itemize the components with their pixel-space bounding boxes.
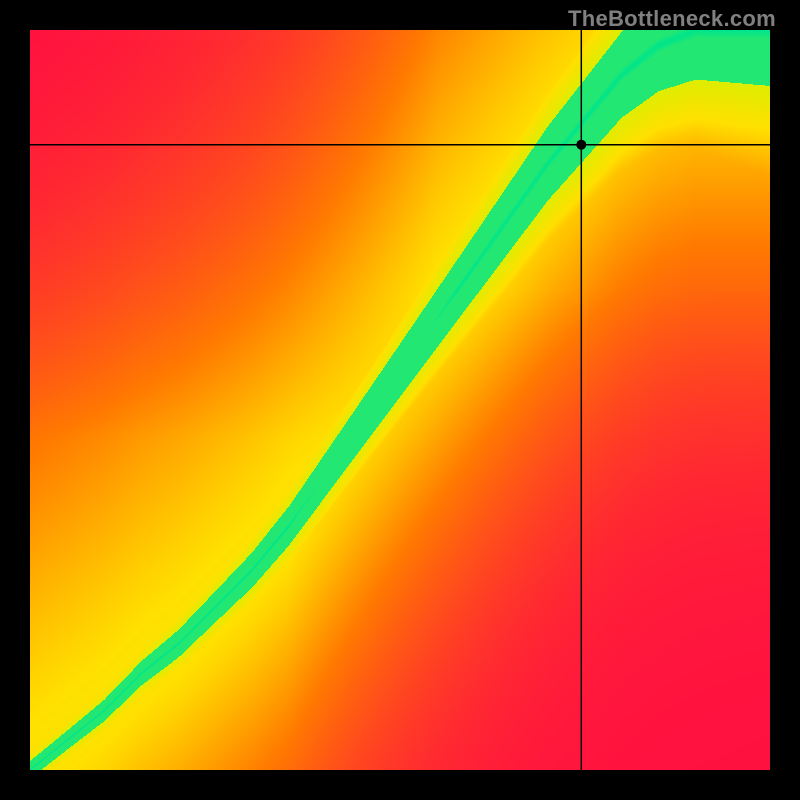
- heatmap-canvas: [30, 30, 770, 770]
- attribution-label: TheBottleneck.com: [568, 6, 776, 32]
- heatmap-plot: [30, 30, 770, 770]
